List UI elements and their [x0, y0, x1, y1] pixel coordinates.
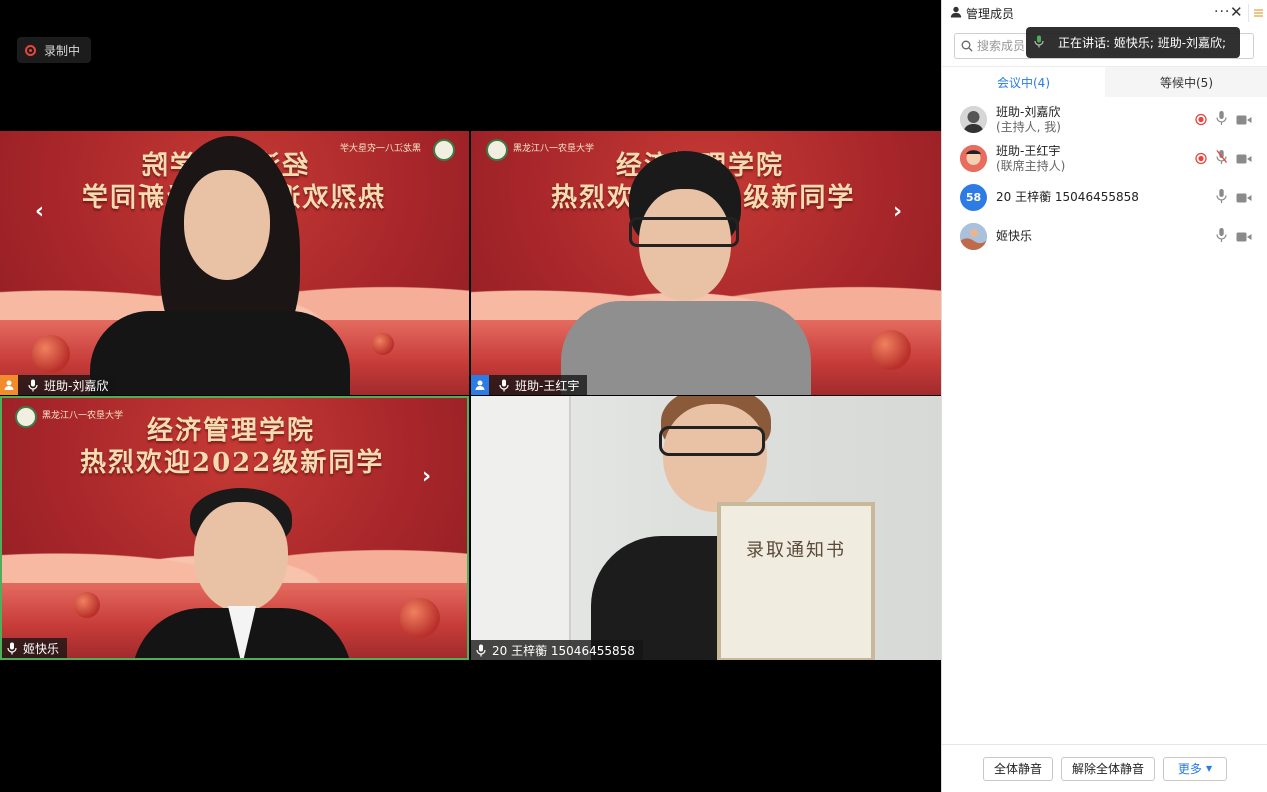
menu-icon[interactable]	[1248, 4, 1267, 22]
member-tabs: 会议中(4) 等候中(5)	[942, 66, 1267, 97]
avatar	[960, 223, 987, 250]
avatar	[960, 145, 987, 172]
mic-icon	[498, 378, 510, 392]
member-info: 班助-刘嘉欣 (主持人, 我)	[996, 105, 1061, 135]
participant-name: 姬快乐	[23, 641, 60, 656]
panel-header: 管理成员 ··· ✕	[942, 0, 1267, 27]
member-row[interactable]: 姬快乐	[942, 217, 1267, 256]
host-icon	[0, 375, 18, 395]
mic-icon	[475, 643, 487, 657]
recording-label: 录制中	[44, 43, 81, 58]
participant-video	[561, 151, 811, 395]
meeting-window: 录制中 黑龙江八一农垦大学 经济管理学院 热烈欢迎2022级新同学 ‹	[0, 0, 1267, 792]
video-camera-icon[interactable]	[1236, 149, 1252, 168]
mic-icon[interactable]	[1216, 110, 1227, 129]
video-tile-1[interactable]: 黑龙江八一农垦大学 经济管理学院 热烈欢迎2022级新同学 ‹ 班助-刘嘉欣	[0, 131, 469, 395]
participant-name: 班助-刘嘉欣	[44, 378, 109, 393]
member-controls	[1216, 227, 1252, 246]
member-role: (主持人, 我)	[996, 119, 1061, 134]
participant-video	[132, 488, 352, 658]
member-name: 20 王梓蘅 15046455858	[996, 190, 1139, 204]
participant-name: 班助-王红宇	[515, 378, 580, 393]
school-name-mirrored: 黑龙江八一农垦大学	[340, 144, 422, 154]
unmute-all-button[interactable]: 解除全体静音	[1061, 756, 1156, 781]
video-camera-icon[interactable]	[1236, 188, 1252, 207]
mic-icon	[27, 378, 39, 392]
member-controls	[1195, 110, 1252, 129]
tab-in-meeting[interactable]: 会议中(4)	[942, 67, 1105, 97]
member-name: 班助-王红宇	[996, 143, 1061, 158]
speaking-text: 正在讲话: 姬快乐; 班助-刘嘉欣;	[1058, 36, 1227, 50]
member-info: 班助-王红宇 (联席主持人)	[996, 144, 1065, 174]
recording-icon	[1195, 149, 1207, 168]
school-name: 黑龙江八一农垦大学	[513, 144, 595, 154]
member-name: 班助-刘嘉欣	[996, 104, 1061, 119]
mic-icon[interactable]	[1216, 188, 1227, 207]
avatar: 58	[960, 184, 987, 211]
panel-footer: 全体静音 解除全体静音 更多 ▼	[942, 744, 1267, 792]
video-camera-icon[interactable]	[1236, 227, 1252, 246]
participant-video	[90, 136, 350, 395]
recording-indicator[interactable]: 录制中	[17, 37, 91, 63]
cohost-icon	[471, 375, 489, 395]
member-row[interactable]: 班助-刘嘉欣 (主持人, 我)	[942, 100, 1267, 139]
school-logo	[15, 406, 37, 428]
close-icon[interactable]: ✕	[1230, 3, 1243, 21]
member-name: 姬快乐	[996, 229, 1033, 243]
avatar	[960, 106, 987, 133]
mic-icon	[1034, 35, 1044, 51]
member-controls	[1216, 188, 1252, 207]
admission-letter-title: 录取通知书	[746, 540, 846, 561]
speaking-toast: 正在讲话: 姬快乐; 班助-刘嘉欣;	[1026, 27, 1240, 58]
school-logo	[486, 139, 508, 161]
panel-title: 管理成员	[966, 7, 1015, 21]
video-camera-icon[interactable]	[1236, 110, 1252, 129]
banner-title-line2: 热烈欢迎2022级新同学	[80, 448, 385, 478]
search-icon	[961, 37, 973, 56]
mic-icon	[6, 641, 18, 655]
mic-icon[interactable]	[1216, 227, 1227, 246]
user-icon	[950, 6, 962, 21]
record-icon	[25, 44, 36, 56]
school-name: 黑龙江八一农垦大学	[42, 411, 124, 421]
name-tag: 班助-刘嘉欣	[0, 375, 117, 395]
video-tile-4[interactable]: 录取通知书 20 王梓蘅 15046455858	[471, 396, 941, 660]
video-tile-3-active-speaker[interactable]: 黑龙江八一农垦大学 经济管理学院 热烈欢迎2022级新同学 › 姬快乐	[0, 396, 469, 660]
video-stage: 录制中 黑龙江八一农垦大学 经济管理学院 热烈欢迎2022级新同学 ‹	[0, 0, 941, 792]
member-list: 班助-刘嘉欣 (主持人, 我) 班助-王红宇 (联席主持人) 58 20 王梓蘅…	[942, 100, 1267, 256]
caret-down-icon: ▼	[1205, 764, 1213, 773]
chevron-right-icon: ›	[422, 464, 432, 489]
member-info: 20 王梓蘅 15046455858	[996, 190, 1139, 205]
name-tag: 20 王梓蘅 15046455858	[471, 640, 643, 660]
more-button[interactable]: 更多 ▼	[1163, 756, 1228, 781]
school-logo	[433, 139, 455, 161]
tab-waiting-room[interactable]: 等候中(5)	[1105, 67, 1267, 97]
recording-icon	[1195, 110, 1207, 129]
chevron-right-icon: ›	[893, 199, 903, 224]
mic-muted-icon[interactable]	[1216, 149, 1228, 168]
member-controls	[1195, 149, 1252, 168]
name-tag: 姬快乐	[2, 638, 68, 658]
video-tile-2[interactable]: 黑龙江八一农垦大学 经济管理学院 热烈欢迎2022级新同学 › 班助-王红宇	[471, 131, 941, 395]
more-icon[interactable]: ···	[1214, 4, 1230, 20]
member-info: 姬快乐	[996, 229, 1032, 244]
name-tag: 班助-王红宇	[471, 375, 588, 395]
member-row[interactable]: 班助-王红宇 (联席主持人)	[942, 139, 1267, 178]
member-row[interactable]: 58 20 王梓蘅 15046455858	[942, 178, 1267, 217]
more-label: 更多	[1177, 762, 1202, 776]
mute-all-button[interactable]: 全体静音	[982, 756, 1053, 781]
member-role: (联席主持人)	[996, 158, 1066, 173]
admission-letter: 录取通知书	[717, 502, 875, 660]
participants-panel: 管理成员 ··· ✕ 会议中(4) 等候中(5) 班助-	[941, 0, 1267, 792]
chevron-left-icon: ‹	[35, 199, 45, 224]
participant-name: 20 王梓蘅 15046455858	[492, 643, 635, 658]
